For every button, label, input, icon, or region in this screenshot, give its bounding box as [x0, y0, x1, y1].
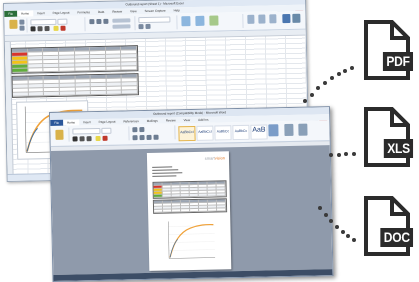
document-area[interactable]: smartvision — [50, 141, 333, 275]
bold-icon[interactable] — [30, 26, 36, 32]
format-cells-icon[interactable] — [269, 14, 277, 24]
align-left-icon[interactable] — [89, 19, 95, 25]
align-center-icon[interactable] — [139, 135, 145, 141]
font-name-select[interactable] — [72, 127, 101, 135]
align-right-icon[interactable] — [146, 134, 152, 140]
find-select-icon[interactable] — [292, 13, 301, 23]
percent-icon[interactable] — [145, 23, 151, 30]
wrap-text-button[interactable] — [112, 18, 131, 23]
connector-dot — [343, 69, 347, 73]
connector-dot — [344, 152, 348, 156]
align-center-icon[interactable] — [96, 18, 102, 25]
insert-cells-icon[interactable] — [247, 14, 255, 24]
font-name-select[interactable] — [30, 18, 57, 26]
connector-dot — [352, 238, 356, 242]
find-icon[interactable] — [284, 123, 294, 137]
paste-icon[interactable] — [9, 19, 18, 29]
paragraph-group — [130, 125, 176, 141]
connector-dot — [346, 234, 350, 238]
underline-icon[interactable] — [86, 136, 92, 142]
numbering-icon[interactable] — [139, 127, 145, 133]
align-left-icon[interactable] — [132, 135, 138, 141]
xls-file-icon[interactable]: XLS — [360, 107, 413, 167]
connector-dot — [310, 93, 314, 97]
copy-icon[interactable] — [19, 25, 25, 31]
data-table-2 — [11, 73, 139, 98]
connector-dot — [323, 81, 327, 85]
clipboard-group — [6, 18, 28, 33]
font-color-icon[interactable] — [102, 135, 108, 141]
xls-label: XLS — [383, 139, 413, 158]
style-normal[interactable]: AaBbCcI — [178, 125, 196, 142]
connector-dot — [337, 72, 341, 76]
format-as-table-icon[interactable] — [195, 15, 205, 26]
delete-cells-icon[interactable] — [258, 14, 266, 24]
doc-file-icon[interactable]: DOC — [360, 196, 413, 256]
styles-gallery: AaBbCcI AaBbCcI AaBbCc AaBbCc AaB — [178, 124, 268, 144]
alignment-group — [86, 16, 136, 32]
replace-icon[interactable] — [298, 123, 308, 136]
bold-icon[interactable] — [72, 136, 78, 142]
cut-icon[interactable] — [19, 19, 25, 25]
bullets-icon[interactable] — [132, 127, 138, 133]
connector-dot — [330, 76, 334, 80]
highlight-icon[interactable] — [95, 135, 101, 142]
pdf-file-icon[interactable]: PDF — [360, 20, 413, 80]
connector-dot — [318, 206, 322, 210]
sum-icon[interactable] — [282, 13, 291, 24]
style-heading-2[interactable]: AaBbCc — [232, 124, 250, 141]
connector-dot — [335, 225, 339, 229]
cells-editing-group — [244, 13, 302, 28]
style-no-spacing[interactable]: AaBbCcI — [196, 125, 214, 141]
document-table-1 — [152, 180, 227, 199]
fill-color-icon[interactable] — [53, 25, 59, 31]
styles-group — [178, 13, 244, 30]
underline-icon[interactable] — [44, 26, 50, 32]
paste-icon[interactable] — [55, 129, 64, 140]
style-title[interactable]: AaB — [250, 124, 268, 140]
connector-dot — [316, 86, 320, 90]
align-right-icon[interactable] — [103, 18, 109, 24]
italic-icon[interactable] — [79, 136, 85, 142]
style-heading-1[interactable]: AaBbCc — [214, 125, 232, 141]
clipboard-group — [52, 127, 70, 142]
number-format-select[interactable] — [138, 16, 171, 24]
style-sample: AaBbCcI — [180, 129, 194, 135]
pdf-label: PDF — [382, 52, 413, 71]
conditional-formatting-icon[interactable] — [181, 16, 191, 27]
connector-dot — [350, 66, 354, 70]
font-color-icon[interactable] — [60, 25, 66, 31]
connector-dot — [324, 213, 328, 217]
style-sample: AaB — [252, 126, 266, 134]
number-group — [136, 15, 178, 31]
font-group — [28, 17, 86, 33]
word-window: Outbound report (Compatibility Mode) - M… — [49, 106, 334, 282]
cell-styles-icon[interactable] — [209, 15, 219, 26]
connector-dot — [329, 219, 333, 223]
italic-icon[interactable] — [37, 26, 43, 32]
document-table-2 — [152, 198, 228, 214]
style-sample: AaBbCc — [216, 129, 230, 134]
page-logo: smartvision — [204, 155, 226, 161]
connector-dot — [341, 230, 345, 234]
connector-dot — [337, 153, 341, 157]
connector-dot — [303, 99, 307, 103]
document-chart — [168, 221, 216, 259]
merge-center-button[interactable] — [112, 24, 131, 29]
doc-label: DOC — [380, 228, 413, 247]
font-size-select[interactable] — [57, 18, 68, 25]
connector-dot — [329, 153, 333, 157]
font-group — [70, 126, 130, 142]
document-page[interactable]: smartvision — [146, 151, 232, 271]
justify-icon[interactable] — [153, 134, 159, 140]
style-sample: AaBbCc — [234, 128, 248, 134]
data-table-1 — [10, 45, 139, 74]
connector-dot — [352, 152, 356, 156]
style-sample: AaBbCcI — [198, 129, 212, 134]
font-size-select[interactable] — [101, 127, 112, 134]
currency-icon[interactable] — [138, 24, 144, 30]
change-styles-icon[interactable] — [268, 124, 279, 137]
